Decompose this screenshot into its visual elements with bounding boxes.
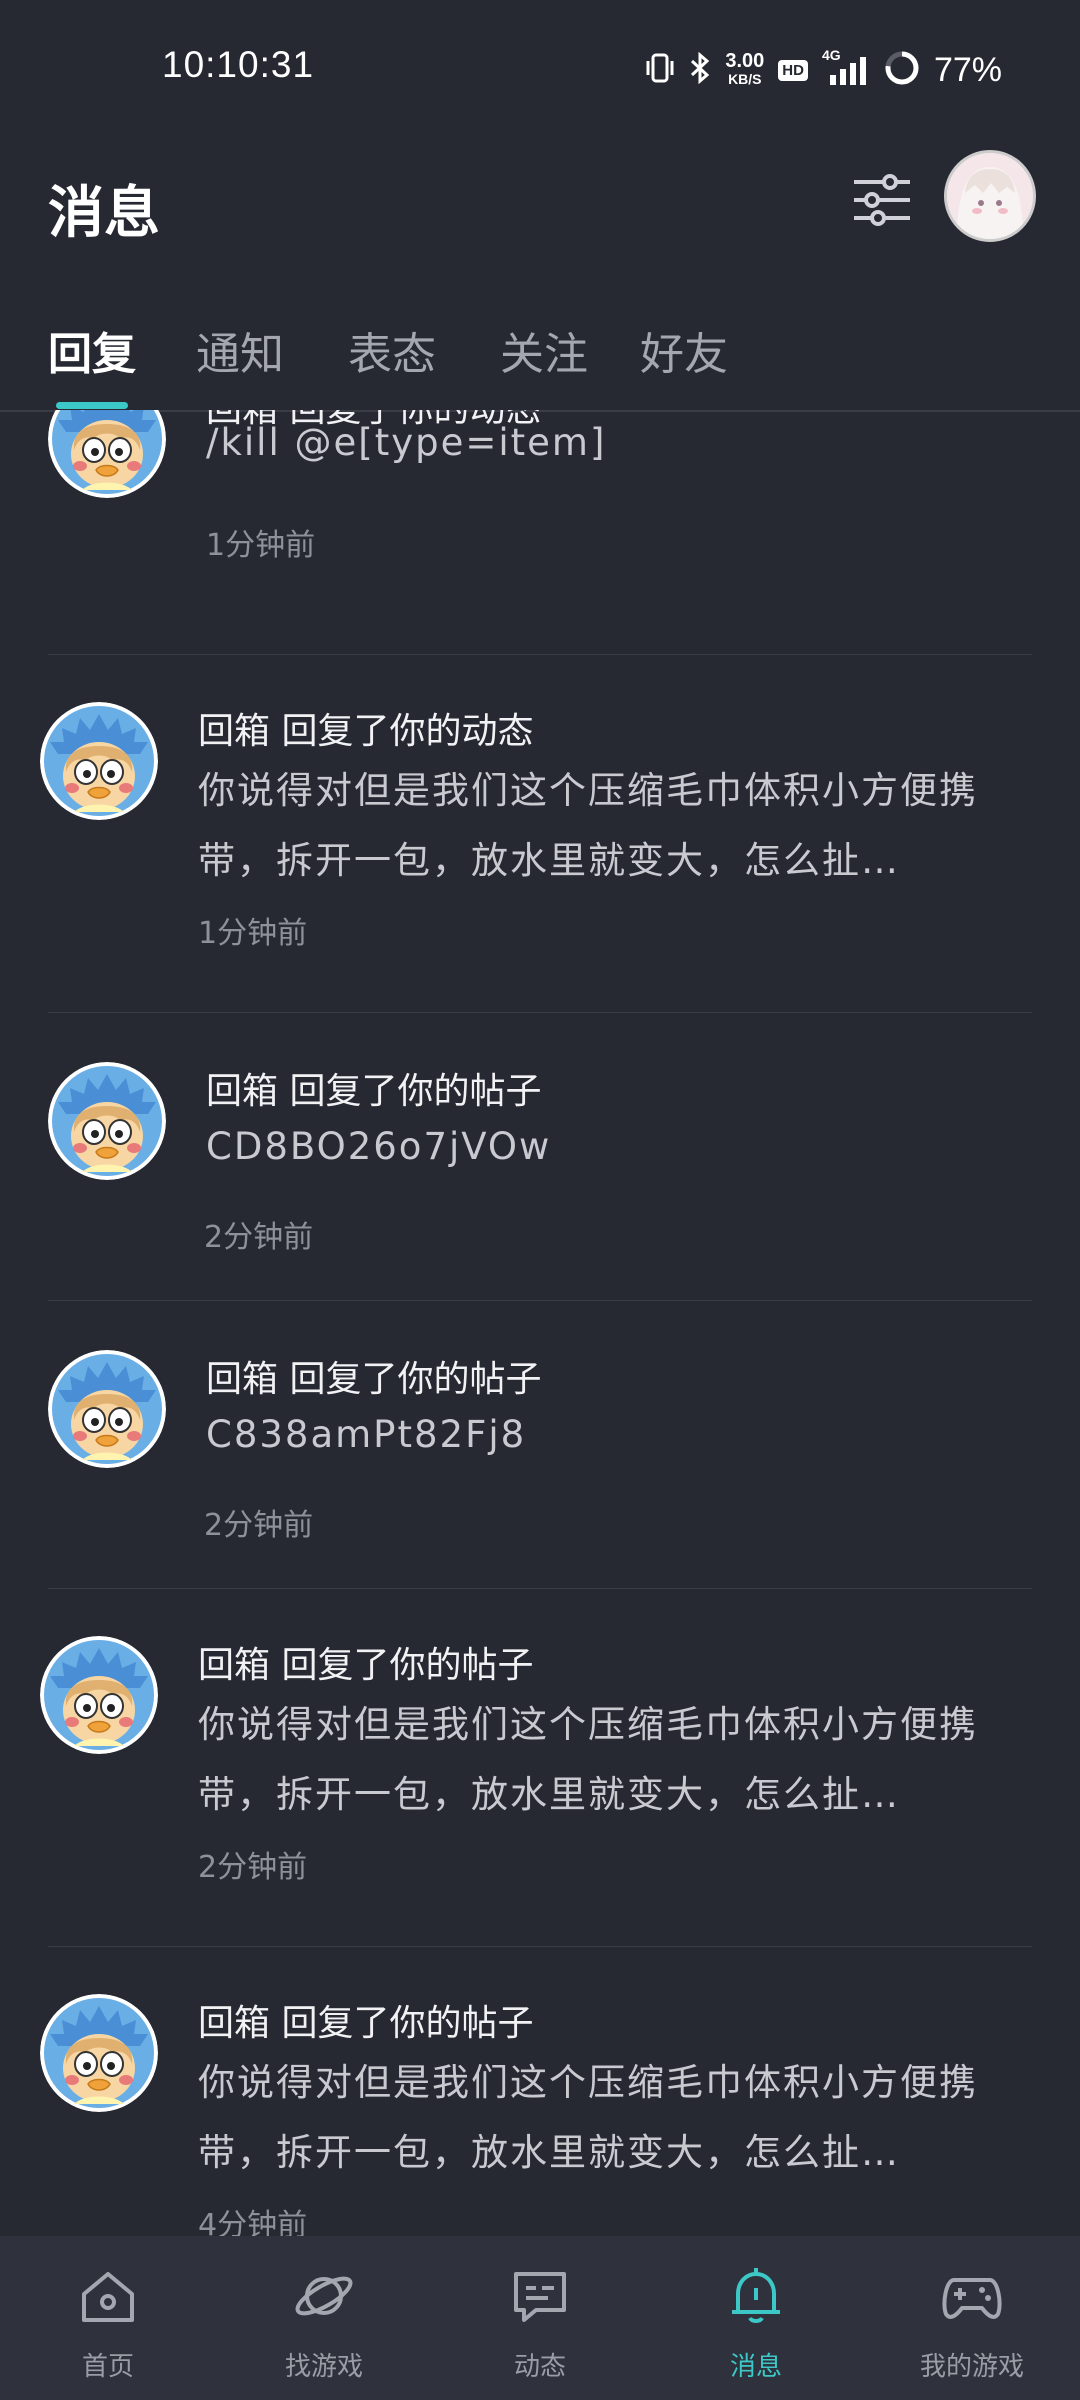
nav-label: 找游戏 (284, 2352, 363, 2382)
message-title: 回箱 回复了你的帖子 (206, 1359, 542, 1400)
nav-feed[interactable]: 动态 (432, 2236, 648, 2400)
message-content: 你说得对但是我们这个压缩毛巾体积小方便携带，拆开一包，放水里就变大，怎么扯… (198, 769, 978, 882)
sender-avatar[interactable] (40, 702, 158, 820)
header: 消息 (0, 140, 1080, 290)
sender-avatar[interactable] (48, 1350, 166, 1468)
bluetooth-icon (689, 51, 711, 90)
cartoon-avatar-image (40, 702, 158, 820)
net-speed: 3.00 KB/S (725, 50, 765, 87)
messages-page: 10:10:31 3.00 KB/S HD 4G 77% 消息 回复 通知 表态… (0, 0, 1080, 2400)
status-bar: 10:10:31 3.00 KB/S HD 4G 77% (0, 0, 1080, 140)
nav-label: 我的游戏 (919, 2352, 1024, 2382)
nav-label: 动态 (513, 2352, 566, 2382)
message-time: 2分钟前 (204, 1220, 314, 1255)
signal-icon: 4G (822, 47, 870, 87)
nav-home[interactable]: 首页 (0, 2236, 216, 2400)
message-item[interactable]: 回箱 回复了你的帖子 你说得对但是我们这个压缩毛巾体积小方便携带，拆开一包，放水… (40, 1946, 1032, 2236)
battery-icon (884, 50, 920, 91)
message-time: 4分钟前 (198, 2208, 308, 2236)
message-item[interactable]: 回箱 回复了你的动态 你说得对但是我们这个压缩毛巾体积小方便携带，拆开一包，放水… (40, 654, 1032, 1013)
cartoon-avatar-image (48, 1350, 166, 1468)
message-item[interactable]: 回箱 回复了你的动态 /kill @e[type=item] 1分钟前 (48, 410, 1032, 655)
message-title: 回箱 回复了你的帖子 (198, 1645, 534, 1686)
message-time: 1分钟前 (198, 916, 308, 951)
sender-avatar[interactable] (48, 410, 166, 498)
message-time: 2分钟前 (204, 1508, 314, 1543)
tab-follows[interactable]: 关注 (500, 318, 588, 382)
tab-replies[interactable]: 回复 (48, 318, 136, 382)
hd-badge: HD (778, 59, 808, 81)
message-item[interactable]: 回箱 回复了你的帖子 CD8BO26o7jVOw 2分钟前 (48, 1012, 1032, 1301)
vibrate-icon (645, 51, 675, 90)
cartoon-avatar-image (40, 1636, 158, 1754)
message-content: 你说得对但是我们这个压缩毛巾体积小方便携带，拆开一包，放水里就变大，怎么扯… (198, 2061, 978, 2174)
message-time: 2分钟前 (198, 1850, 308, 1885)
message-time: 1分钟前 (206, 528, 316, 563)
message-title: 回箱 回复了你的帖子 (198, 2003, 534, 2044)
message-content: CD8BO26o7jVOw (206, 1125, 552, 1168)
tab-friends[interactable]: 好友 (640, 318, 728, 382)
nav-label: 消息 (729, 2352, 782, 2382)
sender-avatar[interactable] (48, 1062, 166, 1180)
bottom-nav: 首页 找游戏 动态 消息 我的游戏 (0, 2236, 1080, 2400)
status-time: 10:10:31 (162, 44, 315, 85)
gamepad-icon (942, 2278, 1002, 2319)
status-icons: 3.00 KB/S HD 4G 77% (645, 46, 1002, 94)
message-title: 回箱 回复了你的帖子 (206, 1071, 542, 1112)
home-icon (82, 2272, 134, 2322)
page-title: 消息 (48, 181, 160, 246)
sender-avatar[interactable] (40, 1636, 158, 1754)
message-content: /kill @e[type=item] (206, 421, 607, 464)
filter-button[interactable] (846, 164, 918, 236)
tab-notifications[interactable]: 通知 (196, 318, 284, 382)
message-content: 你说得对但是我们这个压缩毛巾体积小方便携带，拆开一包，放水里就变大，怎么扯… (198, 1703, 978, 1816)
message-content: C838amPt82Fj8 (206, 1413, 527, 1456)
message-item[interactable]: 回箱 回复了你的帖子 C838amPt82Fj8 2分钟前 (48, 1300, 1032, 1589)
cartoon-avatar-image (48, 410, 166, 498)
planet-icon (295, 2276, 353, 2316)
nav-my-games[interactable]: 我的游戏 (864, 2236, 1080, 2400)
sliders-icon (854, 174, 910, 226)
nav-label: 首页 (81, 2352, 134, 2382)
tab-reactions[interactable]: 表态 (348, 318, 436, 382)
message-list: 回箱 回复了你的动态 /kill @e[type=item] 1分钟前 回箱 回… (0, 410, 1080, 2236)
tab-bar: 回复 通知 表态 关注 好友 (0, 300, 1080, 412)
user-avatar[interactable] (944, 150, 1036, 242)
nav-find-games[interactable]: 找游戏 (216, 2236, 432, 2400)
chat-icon (514, 2272, 566, 2322)
cartoon-avatar-image (40, 1994, 158, 2112)
message-item[interactable]: 回箱 回复了你的帖子 你说得对但是我们这个压缩毛巾体积小方便携带，拆开一包，放水… (40, 1588, 1032, 1947)
bell-icon (732, 2268, 780, 2323)
tab-indicator (56, 402, 128, 409)
nav-messages[interactable]: 消息 (648, 2236, 864, 2400)
sender-avatar[interactable] (40, 1994, 158, 2112)
battery-percent: 77% (933, 50, 1002, 89)
cartoon-avatar-image (48, 1062, 166, 1180)
message-title: 回箱 回复了你的动态 (198, 711, 534, 752)
